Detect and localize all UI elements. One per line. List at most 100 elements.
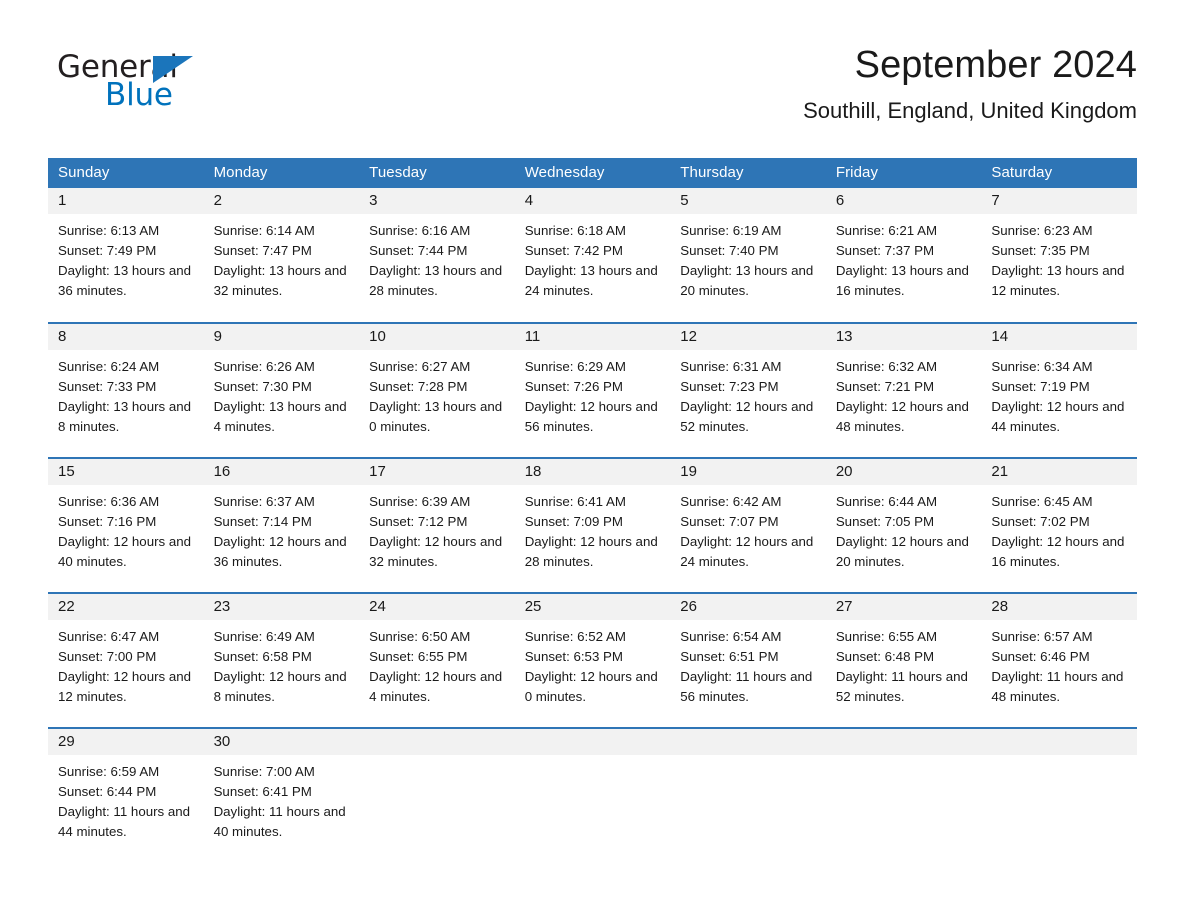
daylight-text: Daylight: 12 hours and 40 minutes. (58, 534, 192, 569)
calendar-page: General Blue September 2024 Southill, En… (0, 0, 1188, 918)
sunset-text: Sunset: 7:49 PM (58, 243, 157, 258)
calendar-day-cell[interactable]: 23 Sunrise: 6:49 AM Sunset: 6:58 PM Dayligh… (203, 592, 360, 728)
sunset-text: Sunset: 7:42 PM (524, 243, 623, 258)
calendar-day-cell[interactable]: 16 Sunrise: 6:37 AM Sunset: 7:14 PM Dayligh… (203, 457, 360, 593)
sunrise-text: Sunrise: 6:16 AM (369, 223, 471, 238)
sunrise-text: Sunrise: 6:29 AM (524, 359, 626, 374)
calendar-body: 1 Sunrise: 6:13 AM Sunset: 7:49 PM Daylight… (48, 188, 1137, 863)
calendar-empty-cell (981, 727, 1137, 863)
calendar-day-cell[interactable]: 10 Sunrise: 6:27 AM Sunset: 7:28 PM Dayligh… (359, 322, 515, 458)
logo-general-blue[interactable]: General Blue (57, 52, 257, 114)
calendar-day-cell[interactable]: 11 Sunrise: 6:29 AM Sunset: 7:26 PM Dayligh… (514, 322, 671, 458)
day-sun-info: Sunrise: 6:34 AM Sunset: 7:19 PM Daylight:… (981, 350, 1137, 437)
calendar-day-cell[interactable]: 12 Sunrise: 6:31 AM Sunset: 7:23 PM Dayligh… (670, 322, 826, 458)
day-sun-info: Sunrise: 6:45 AM Sunset: 7:02 PM Daylight:… (981, 485, 1137, 572)
calendar-day-cell[interactable]: 19 Sunrise: 6:42 AM Sunset: 7:07 PM Dayligh… (670, 457, 826, 593)
daylight-text: Daylight: 12 hours and 32 minutes. (369, 534, 503, 569)
calendar-day-cell[interactable]: 21 Sunrise: 6:45 AM Sunset: 7:02 PM Dayligh… (981, 457, 1137, 593)
calendar-day-cell[interactable]: 28 Sunrise: 6:57 AM Sunset: 6:46 PM Dayligh… (981, 592, 1137, 728)
daylight-text: Daylight: 13 hours and 4 minutes. (213, 399, 347, 434)
daylight-text: Daylight: 11 hours and 52 minutes. (835, 669, 968, 704)
day-number: 10 (359, 324, 515, 350)
calendar-day-cell[interactable]: 25 Sunrise: 6:52 AM Sunset: 6:53 PM Dayligh… (514, 592, 671, 728)
sunset-text: Sunset: 7:00 PM (58, 649, 157, 664)
sunset-text: Sunset: 7:12 PM (369, 514, 468, 529)
daylight-text: Daylight: 13 hours and 28 minutes. (369, 263, 503, 298)
sunrise-text: Sunrise: 6:57 AM (991, 629, 1093, 644)
calendar-day-cell[interactable]: 13 Sunrise: 6:32 AM Sunset: 7:21 PM Dayligh… (825, 322, 982, 458)
sunrise-text: Sunrise: 6:45 AM (991, 494, 1093, 509)
sunset-text: Sunset: 7:28 PM (369, 379, 468, 394)
calendar-empty-cell (514, 727, 671, 863)
calendar-header-row: Sunday Monday Tuesday Wednesday Thursday… (48, 158, 1137, 188)
day-number: 26 (670, 594, 826, 620)
sunrise-text: Sunrise: 6:37 AM (213, 494, 315, 509)
sunset-text: Sunset: 7:09 PM (524, 514, 623, 529)
daylight-text: Daylight: 12 hours and 12 minutes. (58, 669, 192, 704)
calendar-day-cell[interactable]: 3 Sunrise: 6:16 AM Sunset: 7:44 PM Daylight… (359, 188, 515, 323)
day-sun-info: Sunrise: 6:50 AM Sunset: 6:55 PM Daylight:… (359, 620, 515, 707)
weekday-header-thursday: Thursday (670, 158, 826, 188)
calendar-day-cell[interactable]: 9 Sunrise: 6:26 AM Sunset: 7:30 PM Daylight… (203, 322, 360, 458)
sunrise-text: Sunrise: 6:55 AM (835, 629, 938, 644)
day-sun-info: Sunrise: 6:52 AM Sunset: 6:53 PM Daylight:… (515, 620, 671, 707)
sunrise-text: Sunrise: 6:59 AM (58, 764, 160, 779)
calendar-day-cell[interactable]: 17 Sunrise: 6:39 AM Sunset: 7:12 PM Dayligh… (359, 457, 515, 593)
sunrise-text: Sunrise: 6:18 AM (524, 223, 626, 238)
sunset-text: Sunset: 7:44 PM (369, 243, 468, 258)
calendar-day-cell[interactable]: 26 Sunrise: 6:54 AM Sunset: 6:51 PM Dayligh… (670, 592, 826, 728)
calendar-day-cell[interactable]: 24 Sunrise: 6:50 AM Sunset: 6:55 PM Dayligh… (359, 592, 515, 728)
day-sun-info: Sunrise: 6:31 AM Sunset: 7:23 PM Daylight:… (670, 350, 826, 437)
sunrise-text: Sunrise: 6:44 AM (835, 494, 938, 509)
day-sun-info: Sunrise: 6:36 AM Sunset: 7:16 PM Daylight:… (48, 485, 204, 572)
calendar-day-cell[interactable]: 20 Sunrise: 6:44 AM Sunset: 7:05 PM Dayligh… (825, 457, 982, 593)
calendar-day-cell[interactable]: 7 Sunrise: 6:23 AM Sunset: 7:35 PM Daylight… (981, 188, 1137, 323)
calendar-day-cell[interactable]: 1 Sunrise: 6:13 AM Sunset: 7:49 PM Daylight… (48, 188, 204, 323)
daylight-text: Daylight: 12 hours and 16 minutes. (991, 534, 1125, 569)
day-sun-info: Sunrise: 6:27 AM Sunset: 7:28 PM Daylight:… (359, 350, 515, 437)
sunrise-text: Sunrise: 6:34 AM (991, 359, 1093, 374)
sunset-text: Sunset: 6:55 PM (369, 649, 468, 664)
day-number: 25 (514, 594, 671, 620)
calendar-day-cell[interactable]: 2 Sunrise: 6:14 AM Sunset: 7:47 PM Daylight… (203, 188, 360, 323)
daylight-text: Daylight: 13 hours and 36 minutes. (58, 263, 192, 298)
weekday-header-tuesday: Tuesday (359, 158, 515, 188)
calendar-day-cell[interactable]: 27 Sunrise: 6:55 AM Sunset: 6:48 PM Dayligh… (825, 592, 982, 728)
weekday-header-monday: Monday (203, 158, 360, 188)
calendar-day-cell[interactable]: 22 Sunrise: 6:47 AM Sunset: 7:00 PM Dayligh… (48, 592, 204, 728)
daylight-text: Daylight: 11 hours and 44 minutes. (58, 804, 191, 839)
calendar-day-cell[interactable]: 6 Sunrise: 6:21 AM Sunset: 7:37 PM Daylight… (825, 188, 982, 323)
sunset-text: Sunset: 7:19 PM (991, 379, 1090, 394)
calendar-day-cell[interactable]: 4 Sunrise: 6:18 AM Sunset: 7:42 PM Daylight… (514, 188, 671, 323)
daylight-text: Daylight: 11 hours and 40 minutes. (213, 804, 346, 839)
calendar-day-cell[interactable]: 15 Sunrise: 6:36 AM Sunset: 7:16 PM Dayligh… (48, 457, 204, 593)
weekday-header-saturday: Saturday (981, 158, 1137, 188)
sunrise-text: Sunrise: 6:36 AM (58, 494, 160, 509)
day-number (359, 729, 515, 755)
day-number: 12 (670, 324, 826, 350)
calendar-day-cell[interactable]: 14 Sunrise: 6:34 AM Sunset: 7:19 PM Dayligh… (981, 322, 1137, 458)
day-number: 3 (359, 188, 515, 214)
calendar-week-row: 22 Sunrise: 6:47 AM Sunset: 7:00 PM Dayligh… (48, 592, 1137, 728)
sunset-text: Sunset: 7:35 PM (991, 243, 1090, 258)
day-number: 29 (48, 729, 204, 755)
sunrise-text: Sunrise: 7:00 AM (213, 764, 315, 779)
day-sun-info: Sunrise: 6:14 AM Sunset: 7:47 PM Daylight:… (204, 214, 360, 301)
day-sun-info: Sunrise: 6:54 AM Sunset: 6:51 PM Daylight:… (670, 620, 826, 707)
calendar-day-cell[interactable]: 29 Sunrise: 6:59 AM Sunset: 6:44 PM Dayligh… (48, 727, 204, 863)
calendar-day-cell[interactable]: 5 Sunrise: 6:19 AM Sunset: 7:40 PM Daylight… (670, 188, 826, 323)
day-sun-info: Sunrise: 6:19 AM Sunset: 7:40 PM Daylight:… (670, 214, 826, 301)
day-number: 19 (670, 459, 826, 485)
sunrise-text: Sunrise: 6:54 AM (680, 629, 782, 644)
calendar-day-cell[interactable]: 8 Sunrise: 6:24 AM Sunset: 7:33 PM Daylight… (48, 322, 204, 458)
sunset-text: Sunset: 7:14 PM (213, 514, 312, 529)
sunrise-text: Sunrise: 6:52 AM (524, 629, 626, 644)
day-number: 6 (825, 188, 982, 214)
sunrise-text: Sunrise: 6:14 AM (213, 223, 315, 238)
sunset-text: Sunset: 7:33 PM (58, 379, 157, 394)
calendar-day-cell[interactable]: 30 Sunrise: 7:00 AM Sunset: 6:41 PM Dayligh… (203, 727, 360, 863)
calendar-day-cell[interactable]: 18 Sunrise: 6:41 AM Sunset: 7:09 PM Dayligh… (514, 457, 671, 593)
day-number: 24 (359, 594, 515, 620)
day-sun-info: Sunrise: 6:23 AM Sunset: 7:35 PM Daylight:… (981, 214, 1137, 301)
calendar-empty-cell (825, 727, 982, 863)
